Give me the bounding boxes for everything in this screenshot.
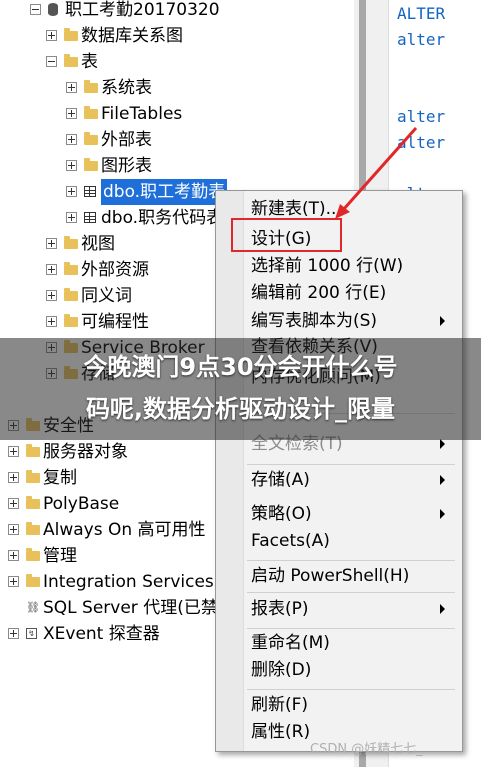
folder-icon <box>84 132 98 145</box>
folder-icon <box>64 314 78 327</box>
folder-icon <box>26 444 40 457</box>
expand-icon[interactable] <box>46 290 57 301</box>
context-menu-item[interactable]: 属性(R) <box>251 719 310 745</box>
code-line: alter <box>397 107 446 126</box>
expand-icon[interactable] <box>46 264 57 275</box>
tree-node-label: FileTables <box>101 104 183 124</box>
tree-node-label: 同义词 <box>81 286 132 306</box>
context-menu-item[interactable]: 重命名(M) <box>251 630 330 656</box>
context-menu-item[interactable]: 编写表脚本为(S) <box>251 308 377 334</box>
menu-separator <box>247 464 455 465</box>
tree-node-label: 图形表 <box>101 156 152 176</box>
code-line: alter <box>397 133 446 152</box>
ssms-screenshot: 职工考勤20170320 数据库关系图表系统表 FileTables 外部表图形表 db… <box>0 0 481 767</box>
tree-node-label: 视图 <box>81 234 115 254</box>
db-icon <box>48 3 58 16</box>
collapse-icon[interactable] <box>46 56 57 67</box>
context-menu: 新建表(T)... 设计(G) 选择前 1000 行(W) 编辑前 200 行(E) 编… <box>215 190 463 752</box>
menu-separator <box>247 628 455 629</box>
expand-icon[interactable] <box>46 316 57 327</box>
folder-icon <box>64 236 78 249</box>
menu-separator <box>247 689 455 690</box>
tree-node-label: Integration Services <box>43 572 214 592</box>
expand-icon[interactable] <box>8 472 19 483</box>
folder-icon <box>84 106 98 119</box>
folder-icon <box>64 262 78 275</box>
watermark: CSDN @妖精七七_ <box>310 742 423 757</box>
expand-icon[interactable] <box>8 524 19 535</box>
tree-node-label: PolyBase <box>43 494 120 514</box>
folder-icon <box>26 470 40 483</box>
context-menu-item[interactable]: 删除(D) <box>251 657 311 683</box>
expand-icon[interactable] <box>66 108 77 119</box>
tree-node-label: 外部资源 <box>81 260 149 280</box>
folder-icon <box>26 496 40 509</box>
expand-icon[interactable] <box>8 498 19 509</box>
banner-line-1: 今晚澳门9点30分会开什么号 <box>83 353 398 381</box>
code-line: alter <box>397 30 446 49</box>
banner-line-2: 码呢,数据分析驱动设计_限量 <box>85 395 396 423</box>
context-menu-item[interactable]: 报表(P) <box>251 596 309 622</box>
submenu-arrow-icon <box>440 316 445 326</box>
folder-icon <box>64 28 78 41</box>
tree-node-label: 复制 <box>43 468 77 488</box>
tree-node-label: Always On 高可用性 <box>43 520 206 540</box>
menu-separator <box>247 560 455 561</box>
folder-icon <box>64 54 78 67</box>
folder-icon <box>64 288 78 301</box>
collapse-icon[interactable] <box>30 4 41 15</box>
tree-node-label: 服务器对象 <box>43 442 128 462</box>
context-menu-item[interactable]: 启动 PowerShell(H) <box>251 563 409 589</box>
folder-icon <box>26 574 40 587</box>
xevent-icon: ↯ <box>26 628 37 639</box>
context-menu-item[interactable]: 存储(A) <box>251 467 310 493</box>
submenu-arrow-icon <box>440 475 445 485</box>
folder-icon <box>26 548 40 561</box>
tree-node-label: SQL Server 代理(已禁 <box>43 598 218 618</box>
folder-icon <box>26 522 40 535</box>
expand-icon[interactable] <box>8 628 19 639</box>
context-menu-item[interactable]: Facets(A) <box>251 528 330 554</box>
tree-node-label: 可编程性 <box>81 312 149 332</box>
submenu-arrow-icon <box>440 509 445 519</box>
menu-separator <box>247 592 455 593</box>
tree-node-label: dbo.职务代码表 <box>101 208 224 228</box>
expand-icon[interactable] <box>46 238 57 249</box>
design-item-highlight-box <box>231 218 342 252</box>
context-menu-item[interactable]: 刷新(F) <box>251 692 308 718</box>
expand-icon[interactable] <box>8 576 19 587</box>
overlay-banner: 今晚澳门9点30分会开什么号 码呢,数据分析驱动设计_限量 <box>0 338 481 440</box>
expand-icon[interactable] <box>66 186 77 197</box>
tree-node-label: 系统表 <box>101 78 152 98</box>
tree-node-label: dbo.职工考勤表 <box>101 179 228 205</box>
table-icon <box>84 212 96 223</box>
tree-node-label: 数据库关系图 <box>81 26 183 46</box>
context-menu-item[interactable]: 策略(O) <box>251 501 312 527</box>
expand-icon[interactable] <box>66 82 77 93</box>
tree-node-label: XEvent 探查器 <box>43 624 160 644</box>
expand-icon[interactable] <box>8 550 19 561</box>
tree-node-label: 管理 <box>43 546 77 566</box>
code-line: ALTER <box>397 4 446 23</box>
tree-node-label: 外部表 <box>101 130 152 150</box>
context-menu-icon-gutter <box>216 191 244 751</box>
folder-icon <box>84 158 98 171</box>
tree-node-label: 表 <box>81 52 98 72</box>
submenu-arrow-icon <box>440 604 445 614</box>
expand-icon[interactable] <box>8 446 19 457</box>
tree-node-label: 职工考勤20170320 <box>65 0 220 20</box>
agent-icon: ⛓ <box>26 601 40 614</box>
table-icon <box>84 186 96 197</box>
expand-icon[interactable] <box>66 212 77 223</box>
expand-icon[interactable] <box>66 160 77 171</box>
submenu-arrow-icon <box>440 439 445 449</box>
expand-icon[interactable] <box>66 134 77 145</box>
context-menu-item[interactable]: 编辑前 200 行(E) <box>251 280 386 306</box>
context-menu-item[interactable]: 选择前 1000 行(W) <box>251 253 403 279</box>
expand-icon[interactable] <box>46 30 57 41</box>
folder-icon <box>84 80 98 93</box>
